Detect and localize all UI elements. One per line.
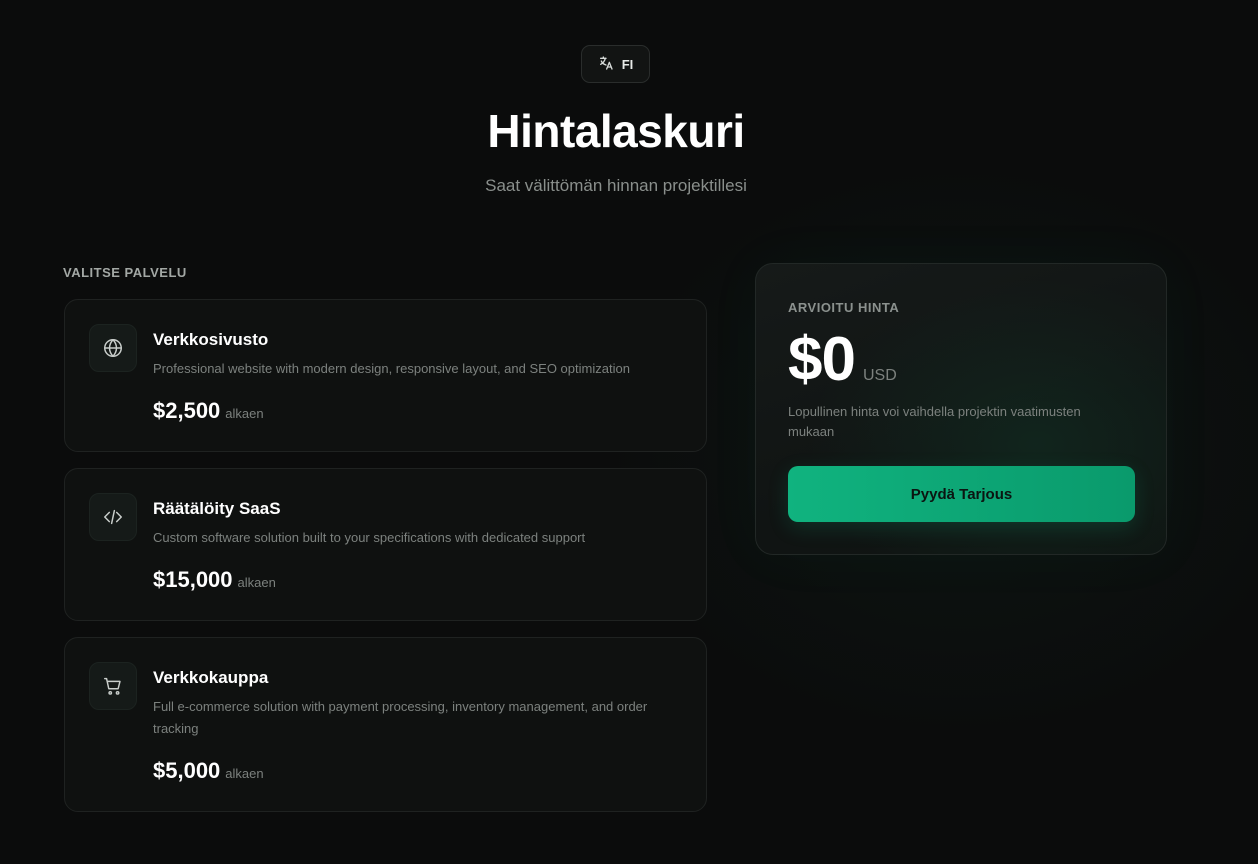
estimate-note: Lopullinen hinta voi vaihdella projektin… bbox=[788, 404, 1081, 439]
globe-icon bbox=[89, 324, 137, 372]
page-title: Hintalaskuri bbox=[487, 105, 745, 157]
service-price: $15,000 bbox=[153, 567, 233, 592]
service-card-website[interactable]: Verkkosivusto Professional website with … bbox=[64, 299, 707, 452]
estimate-price: $0 bbox=[788, 325, 856, 394]
estimate-panel: ARVIOITU HINTA $0 USD Lopullinen hinta v… bbox=[755, 263, 1167, 555]
cart-icon bbox=[89, 662, 137, 710]
service-price-suffix: alkaen bbox=[225, 406, 264, 421]
service-price: $2,500 bbox=[153, 398, 221, 423]
service-title: Verkkosivusto bbox=[153, 330, 269, 349]
estimate-price-row: $0 USD bbox=[788, 324, 897, 395]
service-price-suffix: alkaen bbox=[237, 575, 276, 590]
estimate-currency: USD bbox=[862, 367, 897, 384]
service-description: Custom software solution built to your s… bbox=[153, 530, 586, 545]
service-title: Verkkokauppa bbox=[153, 668, 269, 687]
service-card-ecommerce[interactable]: Verkkokauppa Full e-commerce solution wi… bbox=[64, 637, 707, 812]
service-price-suffix: alkaen bbox=[225, 766, 264, 781]
service-price-row: $15,000 alkaen bbox=[153, 567, 276, 593]
service-title: Räätälöity SaaS bbox=[153, 499, 281, 518]
language-code: FI bbox=[621, 56, 634, 72]
services-section-label: VALITSE PALVELU bbox=[63, 265, 187, 280]
estimate-label: ARVIOITU HINTA bbox=[788, 300, 900, 315]
service-price: $5,000 bbox=[153, 758, 221, 783]
service-description: Full e-commerce solution with payment pr… bbox=[153, 699, 648, 736]
language-toggle-button[interactable]: FI bbox=[581, 45, 650, 83]
code-icon bbox=[89, 493, 137, 541]
translate-icon bbox=[598, 55, 614, 74]
request-quote-button[interactable]: Pyydä Tarjous bbox=[788, 466, 1135, 522]
service-price-row: $5,000 alkaen bbox=[153, 758, 264, 784]
page-subtitle: Saat välittömän hinnan projektillesi bbox=[485, 176, 747, 195]
service-description: Professional website with modern design,… bbox=[153, 361, 630, 376]
service-card-saas[interactable]: Räätälöity SaaS Custom software solution… bbox=[64, 468, 707, 621]
service-price-row: $2,500 alkaen bbox=[153, 398, 264, 424]
